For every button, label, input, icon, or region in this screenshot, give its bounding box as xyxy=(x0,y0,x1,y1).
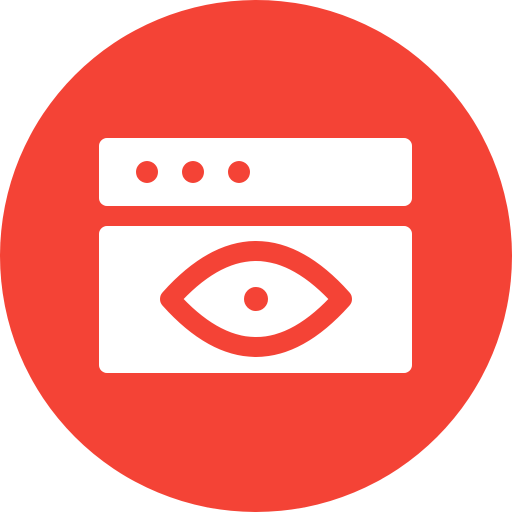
browser-eye-icon xyxy=(0,0,512,512)
eye-pupil-icon xyxy=(244,287,268,311)
window-dot-icon xyxy=(182,161,204,183)
browser-eye-icon-svg xyxy=(0,0,512,512)
window-dot-icon xyxy=(136,161,158,183)
window-dot-icon xyxy=(228,161,250,183)
